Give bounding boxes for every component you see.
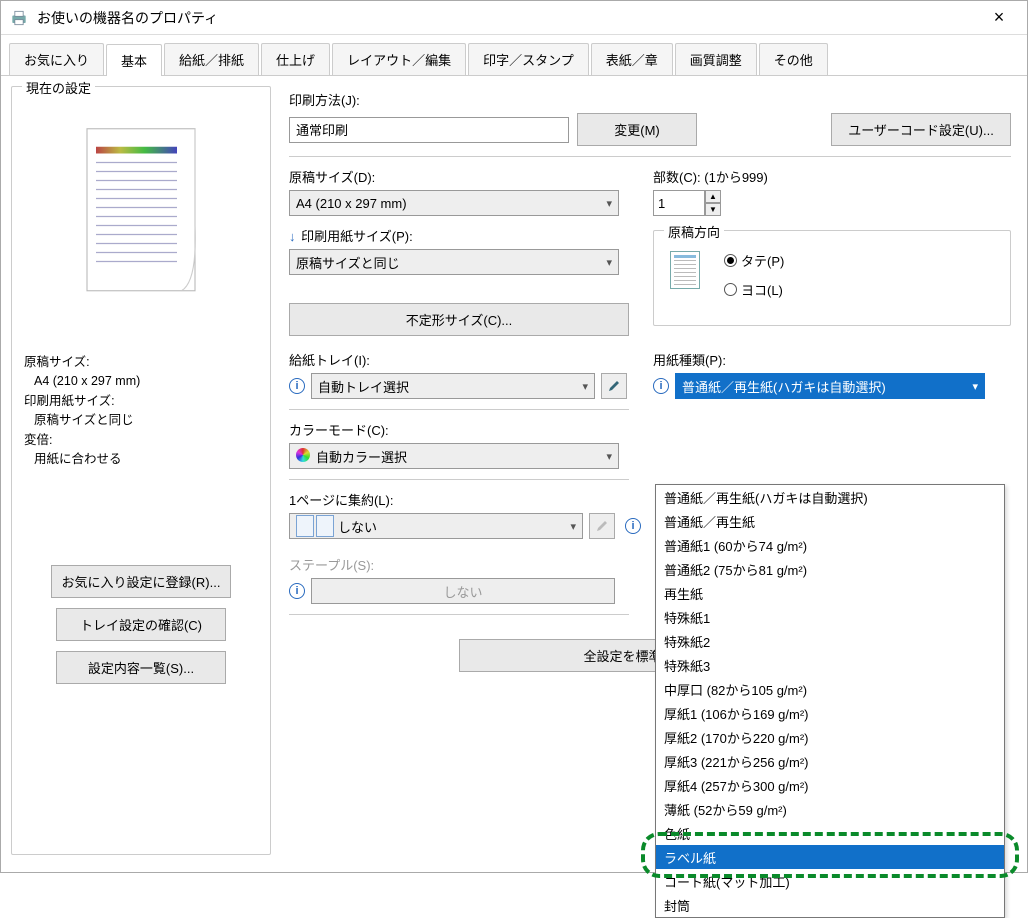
tray-edit-button[interactable]	[601, 373, 627, 399]
register-favorite-button[interactable]: お気に入り設定に登録(R)...	[51, 565, 232, 598]
tab-quality[interactable]: 画質調整	[675, 43, 757, 75]
orig-size-label: 原稿サイズ:	[24, 353, 258, 372]
custom-size-button[interactable]: 不定形サイズ(C)...	[289, 303, 629, 336]
tab-finish[interactable]: 仕上げ	[261, 43, 330, 75]
paper-type-select[interactable]: 普通紙／再生紙(ハガキは自動選択)▾	[675, 373, 985, 399]
print-method-field[interactable]: 通常印刷	[289, 117, 569, 143]
info-icon[interactable]: i	[625, 518, 641, 534]
paper-type-option[interactable]: 中厚口 (82から105 g/m²)	[656, 677, 1004, 701]
close-icon[interactable]: ×	[979, 7, 1019, 28]
tab-cover[interactable]: 表紙／章	[591, 43, 673, 75]
titlebar: お使いの機器名のプロパティ ×	[1, 1, 1027, 35]
paper-type-option[interactable]: 厚紙4 (257から300 g/m²)	[656, 773, 1004, 797]
doc-mini-icon	[670, 251, 700, 289]
paper-type-option[interactable]: 普通紙1 (60から74 g/m²)	[656, 533, 1004, 557]
tab-basic[interactable]: 基本	[106, 44, 162, 76]
orig-size-label2: 原稿サイズ(D):	[289, 167, 629, 186]
print-method-label: 印刷方法(J):	[289, 90, 1011, 109]
tray-label: 給紙トレイ(I):	[289, 350, 629, 369]
info-icon[interactable]: i	[289, 583, 305, 599]
tab-paper-io[interactable]: 給紙／排紙	[164, 43, 259, 75]
nup-select[interactable]: しない ▾	[289, 513, 583, 539]
paper-type-option[interactable]: 厚紙2 (170から220 g/m²)	[656, 725, 1004, 749]
paper-type-option[interactable]: 厚紙3 (221から256 g/m²)	[656, 749, 1004, 773]
staple-select: しない	[311, 578, 615, 604]
zoom-label: 変倍:	[24, 431, 258, 450]
tab-stamp[interactable]: 印字／スタンプ	[468, 43, 589, 75]
paper-type-option[interactable]: 普通紙／再生紙	[656, 509, 1004, 533]
settings-summary: 原稿サイズ: A4 (210 x 297 mm) 印刷用紙サイズ: 原稿サイズと…	[24, 353, 258, 469]
paper-type-option[interactable]: 普通紙2 (75から81 g/m²)	[656, 557, 1004, 581]
paper-type-option[interactable]: 封筒	[656, 893, 1004, 917]
spin-down-icon[interactable]: ▼	[705, 203, 721, 216]
tab-favorites[interactable]: お気に入り	[9, 43, 104, 75]
basic-settings-panel: 印刷方法(J): 通常印刷 変更(M) ユーザーコード設定(U)... 原稿サイ…	[283, 86, 1017, 855]
paper-type-option[interactable]: 色紙	[656, 821, 1004, 845]
copies-spinner[interactable]: ▲ ▼	[653, 190, 721, 216]
info-icon[interactable]: i	[653, 378, 669, 394]
paper-type-option[interactable]: 特殊紙2	[656, 629, 1004, 653]
window-title: お使いの機器名のプロパティ	[37, 8, 979, 28]
paper-type-label: 用紙種類(P):	[653, 350, 1011, 369]
settings-list-button[interactable]: 設定内容一覧(S)...	[56, 651, 226, 684]
arrow-down-icon: ↓	[289, 229, 296, 244]
paper-type-option[interactable]: ラベル紙	[656, 845, 1004, 869]
paper-type-option[interactable]: 薄紙 (52から59 g/m²)	[656, 797, 1004, 821]
copies-input[interactable]	[653, 190, 705, 216]
tray-confirm-button[interactable]: トレイ設定の確認(C)	[56, 608, 226, 641]
paper-type-dropdown[interactable]: 普通紙／再生紙(ハガキは自動選択)普通紙／再生紙普通紙1 (60から74 g/m…	[655, 484, 1005, 918]
paper-type-option[interactable]: 厚紙1 (106から169 g/m²)	[656, 701, 1004, 725]
user-code-button[interactable]: ユーザーコード設定(U)...	[831, 113, 1011, 146]
zoom-value: 用紙に合わせる	[24, 450, 258, 469]
color-mode-label: カラーモード(C):	[289, 420, 1011, 439]
nup-icon	[296, 515, 334, 537]
orig-size-value: A4 (210 x 297 mm)	[24, 372, 258, 391]
orientation-landscape[interactable]: ヨコ(L)	[724, 280, 784, 299]
paper-type-option[interactable]: 普通紙／再生紙(ハガキは自動選択)	[656, 485, 1004, 509]
properties-window: お使いの機器名のプロパティ × お気に入り 基本 給紙／排紙 仕上げ レイアウト…	[0, 0, 1028, 873]
current-settings-legend: 現在の設定	[22, 78, 95, 97]
paper-type-option[interactable]: 特殊紙1	[656, 605, 1004, 629]
orientation-portrait[interactable]: タテ(P)	[724, 251, 784, 270]
left-buttons: お気に入り設定に登録(R)... トレイ設定の確認(C) 設定内容一覧(S)..…	[24, 565, 258, 684]
print-paper-select[interactable]: 原稿サイズと同じ▾	[289, 249, 619, 275]
radio-icon	[724, 283, 737, 296]
spin-up-icon[interactable]: ▲	[705, 190, 721, 203]
printer-icon	[9, 8, 29, 28]
page-preview	[56, 107, 226, 317]
nup-edit-button	[589, 513, 615, 539]
paper-type-option[interactable]: 特殊紙3	[656, 653, 1004, 677]
tray-select[interactable]: 自動トレイ選択▾	[311, 373, 595, 399]
change-button[interactable]: 変更(M)	[577, 113, 697, 146]
color-wheel-icon	[296, 448, 310, 462]
paper-type-option[interactable]: 再生紙	[656, 581, 1004, 605]
current-settings-panel: 現在の設定 原	[11, 86, 271, 855]
orientation-legend: 原稿方向	[664, 222, 724, 241]
orig-size-select[interactable]: A4 (210 x 297 mm)▾	[289, 190, 619, 216]
content-area: 現在の設定 原	[1, 76, 1027, 865]
print-size-label: 印刷用紙サイズ:	[24, 392, 258, 411]
print-paper-label: ↓ 印刷用紙サイズ(P):	[289, 226, 629, 245]
radio-icon	[724, 254, 737, 267]
tab-strip: お気に入り 基本 給紙／排紙 仕上げ レイアウト／編集 印字／スタンプ 表紙／章…	[1, 35, 1027, 76]
info-icon[interactable]: i	[289, 378, 305, 394]
orientation-group: 原稿方向 タテ(P) ヨコ(L)	[653, 230, 1011, 326]
print-size-value: 原稿サイズと同じ	[24, 411, 258, 430]
tab-other[interactable]: その他	[759, 43, 828, 75]
color-mode-select[interactable]: 自動カラー選択 ▾	[289, 443, 619, 469]
tab-layout[interactable]: レイアウト／編集	[332, 43, 466, 75]
copies-label: 部数(C): (1から999)	[653, 167, 1011, 186]
